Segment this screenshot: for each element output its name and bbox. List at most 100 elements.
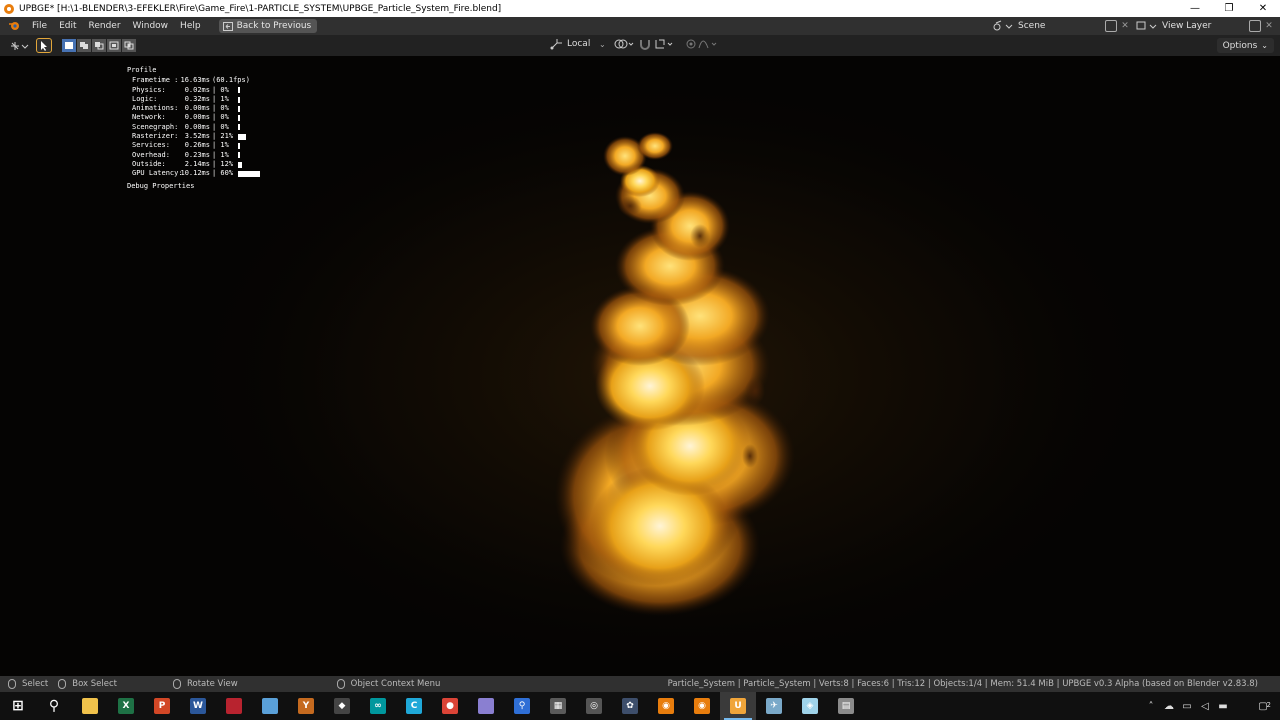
pdf-reader-icon [226,698,242,714]
scene-icon[interactable] [992,20,1014,32]
menu-render[interactable]: Render [83,21,127,31]
status-context-menu: Object Context Menu [336,679,440,689]
taskbar-cube-app[interactable]: ◈ [792,692,828,720]
delete-view-layer-icon[interactable]: ✕ [1264,21,1274,31]
status-box-select: Box Select [58,679,117,689]
blender-logo-icon[interactable] [8,20,20,32]
profile-row: Logic: 0.32ms | 1% [127,95,260,104]
inkscape-icon: ◆ [334,698,350,714]
select-mode-invert[interactable] [107,39,121,52]
taskbar-start-button[interactable]: ⊞ [0,692,36,720]
select-mode-subtract[interactable] [92,39,106,52]
taskbar-chip-app[interactable]: ▤ [828,692,864,720]
taskbar-davinci-resolve[interactable]: ✿ [612,692,648,720]
transform-orientation-dropdown[interactable]: Local [567,39,599,49]
pivot-point-icon[interactable] [614,38,636,50]
profile-row-percent: (60.1fps) [212,76,250,85]
profile-row-name: Animations: [132,104,179,113]
tray-volume-icon[interactable]: ◁ [1196,701,1214,712]
transform-controls: Local ⌄ [550,38,720,50]
tray-cloud-icon[interactable]: ☁ [1160,701,1178,712]
taskbar-chrome[interactable]: ● [432,692,468,720]
new-scene-icon[interactable] [1105,20,1117,32]
restore-button[interactable]: ❐ [1212,0,1246,17]
search-button-icon: ⚲ [48,698,60,714]
profile-row-bar [238,170,260,177]
profile-row-value: 0.26ms [184,141,210,150]
menu-edit[interactable]: Edit [53,21,82,31]
status-bar: Select Box Select Rotate View Object Con… [0,676,1280,692]
close-button[interactable]: ✕ [1246,0,1280,17]
taskbar-powerpoint[interactable]: P [144,692,180,720]
search-tool-icon: ⚲ [514,698,530,714]
blender-2-icon: ◉ [694,698,710,714]
scene-name: Scene [1018,21,1046,31]
new-view-layer-icon[interactable] [1249,20,1261,32]
system-tray: ˄ ☁ ▭ ◁ ▬ ▢ 2 [1142,692,1280,720]
profile-title: Profile [127,66,157,74]
proportional-edit-icon[interactable] [684,38,698,50]
view-layer-icon[interactable] [1136,20,1158,32]
options-dropdown[interactable]: Options ⌄ [1216,38,1274,53]
profile-row-name: Network: [132,113,166,122]
taskbar-tool-app[interactable]: ✈ [756,692,792,720]
menu-window[interactable]: Window [127,21,175,31]
taskbar-calculator[interactable]: ▦ [540,692,576,720]
tray-battery-icon[interactable]: ▭ [1178,701,1196,712]
window-title-bar[interactable]: UPBGE* [H:\1-BLENDER\3-EFEKLER\Fire\Game… [0,0,1280,17]
taskbar-blender-2[interactable]: ◉ [684,692,720,720]
taskbar-excel[interactable]: X [108,692,144,720]
mouse-middle-icon [172,679,181,689]
file-explorer-icon [82,698,98,714]
select-mode-intersect[interactable] [122,39,136,52]
delete-scene-icon[interactable]: ✕ [1120,21,1130,31]
chevron-down-icon[interactable]: ⌄ [599,40,606,49]
tray-chevron-icon[interactable]: ˄ [1142,701,1160,712]
taskbar-c-app[interactable]: C [396,692,432,720]
taskbar-file-explorer[interactable] [72,692,108,720]
select-tool-button[interactable] [36,38,52,53]
back-to-previous-button[interactable]: Back to Previous [218,19,318,33]
taskbar-word[interactable]: W [180,692,216,720]
taskbar-inkscape[interactable]: ◆ [324,692,360,720]
notification-icon[interactable]: ▢ 2 [1246,701,1280,712]
profile-row-value: 10.12ms [180,169,210,178]
viewport-3d[interactable]: Profile Frametime :16.63ms (60.1fps) Physi… [0,56,1280,676]
menu-file[interactable]: File [26,21,53,31]
taskbar-blender[interactable]: ◉ [648,692,684,720]
profile-row: Animations: 0.00ms | 0% [127,104,260,113]
excel-icon: X [118,698,134,714]
view-layer-field[interactable]: View Layer [1158,19,1246,33]
profile-row-name: Logic: [132,94,158,103]
editor-type-dropdown[interactable] [6,38,32,53]
falloff-icon[interactable] [698,38,720,50]
profile-row: Services: 0.26ms | 1% [127,141,260,150]
taskbar-pdf-reader[interactable] [216,692,252,720]
snap-target-icon[interactable] [654,38,676,50]
profile-row-name: Scenegraph: [132,122,179,131]
taskbar-bge-app[interactable]: ◎ [576,692,612,720]
taskbar-search-button[interactable]: ⚲ [36,692,72,720]
minimize-button[interactable]: — [1178,0,1212,17]
profile-rows: Frametime :16.63ms (60.1fps) Physics: 0.02m… [127,76,260,178]
profile-row-value: 16.63ms [180,76,210,85]
taskbar-search-tool[interactable]: ⚲ [504,692,540,720]
select-mode-new[interactable] [62,39,76,52]
profile-row-name: Outside: [132,159,166,168]
taskbar-arduino[interactable]: ∞ [360,692,396,720]
menu-help[interactable]: Help [174,21,207,31]
profile-row-value: 0.00ms [184,122,210,131]
taskbar-upbge[interactable]: U [720,692,756,720]
mode-extend-icon [80,42,88,49]
view-layer-name: View Layer [1162,21,1212,31]
scene-field[interactable]: Scene [1014,19,1102,33]
select-mode-extend[interactable] [77,39,91,52]
tray-network-icon[interactable]: ▬ [1214,701,1232,712]
taskbar-remote-desktop[interactable] [252,692,288,720]
snap-icon[interactable] [638,38,654,50]
word-icon: W [190,698,206,714]
taskbar-document-app[interactable] [468,692,504,720]
mode-intersect-icon [124,41,134,50]
taskbar-orange-app[interactable]: Y [288,692,324,720]
profile-row-bar [238,87,240,94]
